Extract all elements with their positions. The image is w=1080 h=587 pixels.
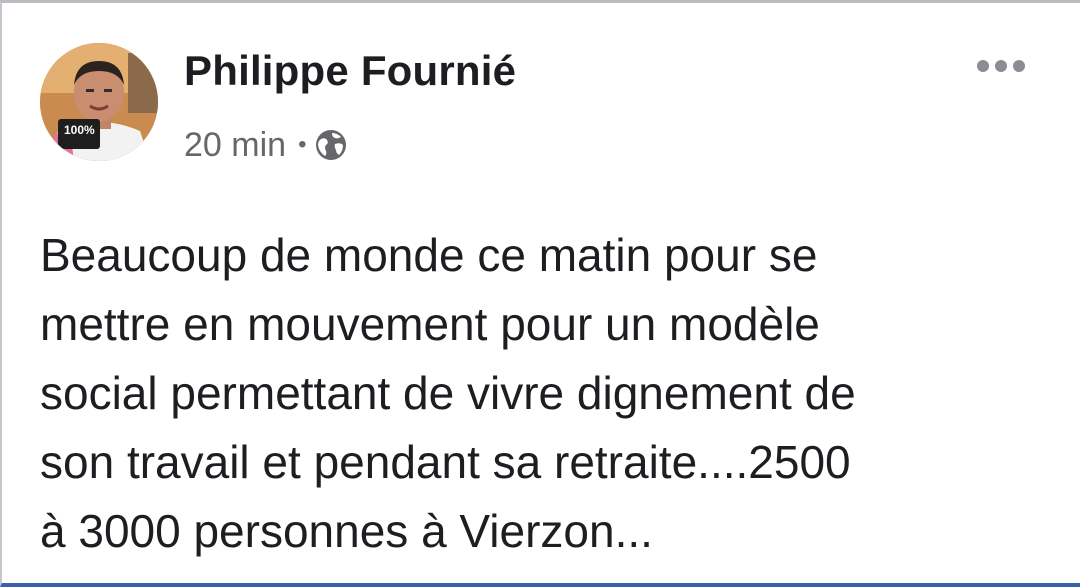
avatar[interactable]: 100%	[40, 43, 158, 161]
post-text-line: son travail et pendant sa retraite....25…	[40, 436, 851, 488]
timestamp[interactable]: 20 min	[184, 126, 286, 165]
post-text-line: mettre en mouvement pour un modèle	[40, 298, 820, 350]
facebook-post: 100% Philippe Fournié 20 min • Beaucoup …	[0, 0, 1080, 587]
meta-separator: •	[298, 131, 307, 158]
post-text-line: à 3000 personnes à Vierzon...	[40, 505, 653, 557]
post-text-line: social permettant de vivre dignement de	[40, 367, 856, 419]
globe-icon[interactable]	[314, 128, 348, 162]
author-name[interactable]: Philippe Fournié	[184, 47, 516, 95]
post-text: Beaucoup de monde ce matin pour se mettr…	[40, 221, 1050, 566]
post-meta: 20 min •	[184, 125, 348, 165]
more-options-icon[interactable]	[974, 55, 1028, 77]
avatar-badge-text: 100%	[64, 123, 95, 137]
avatar-photo	[40, 43, 158, 161]
post-text-line: Beaucoup de monde ce matin pour se	[40, 229, 818, 281]
